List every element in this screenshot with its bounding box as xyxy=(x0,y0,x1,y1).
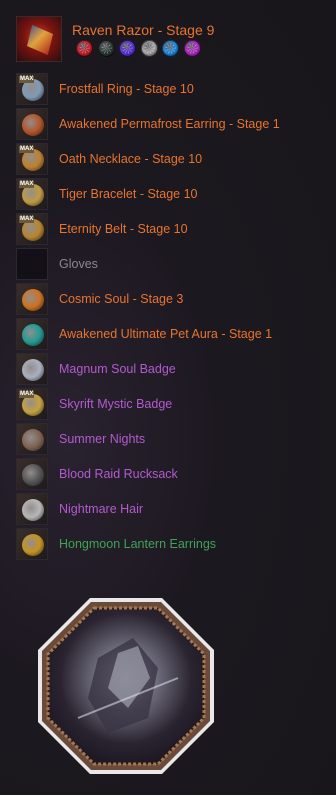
soul-badge-icon[interactable] xyxy=(16,353,48,385)
bracelet-icon[interactable]: MAX xyxy=(16,178,48,210)
max-badge: MAX xyxy=(19,181,35,188)
equipment-row[interactable]: MAX Frostfall Ring - Stage 10 xyxy=(16,72,334,107)
equipment-row[interactable]: MAX Eternity Belt - Stage 10 xyxy=(16,212,334,247)
weapon-name: Raven Razor - Stage 9 xyxy=(72,22,215,38)
equipment-label: Cosmic Soul - Stage 3 xyxy=(59,292,184,306)
belt-icon[interactable]: MAX xyxy=(16,213,48,245)
equipment-row[interactable]: Summer Nights xyxy=(16,422,334,457)
equipment-label: Frostfall Ring - Stage 10 xyxy=(59,82,194,96)
equipment-row[interactable]: Blood Raid Rucksack xyxy=(16,457,334,492)
max-badge: MAX xyxy=(19,76,35,83)
red-gem-icon[interactable] xyxy=(76,40,93,57)
mystic-badge-icon[interactable]: MAX xyxy=(16,388,48,420)
equipment-panel: Raven Razor - Stage 9 MAX Frostfall Ring … xyxy=(0,0,336,795)
empty-slot-icon[interactable] xyxy=(16,248,48,280)
equipment-label: Tiger Bracelet - Stage 10 xyxy=(59,187,198,201)
equipment-label: Summer Nights xyxy=(59,432,146,446)
equipment-row[interactable]: Gloves xyxy=(16,247,334,282)
white-gem-icon[interactable] xyxy=(140,40,158,57)
black-gem-icon[interactable] xyxy=(97,40,115,57)
purple-gem-icon[interactable] xyxy=(119,40,136,57)
earring-icon[interactable] xyxy=(16,108,48,140)
equipment-label: Oath Necklace - Stage 10 xyxy=(59,152,203,166)
equipment-label: Awakened Permafrost Earring - Stage 1 xyxy=(59,117,280,131)
equipment-label: Eternity Belt - Stage 10 xyxy=(59,222,188,236)
character-portrait xyxy=(38,598,214,774)
equipment-label: Hongmoon Lantern Earrings xyxy=(59,537,217,551)
hair-icon[interactable] xyxy=(16,493,48,525)
equipment-label: Blood Raid Rucksack xyxy=(59,467,178,481)
equipment-row[interactable]: Nightmare Hair xyxy=(16,492,334,527)
equipment-list: MAX Frostfall Ring - Stage 10 Awakened Per… xyxy=(16,72,334,562)
equipment-label: Skyrift Mystic Badge xyxy=(59,397,173,411)
max-badge: MAX xyxy=(19,146,35,153)
equipment-label: Nightmare Hair xyxy=(59,502,144,516)
equipment-label: Awakened Ultimate Pet Aura - Stage 1 xyxy=(59,327,273,341)
max-badge: MAX xyxy=(19,216,35,223)
ring-icon[interactable]: MAX xyxy=(16,73,48,105)
max-badge: MAX xyxy=(19,391,35,398)
equipment-row[interactable]: MAX Oath Necklace - Stage 10 xyxy=(16,142,334,177)
rucksack-icon[interactable] xyxy=(16,458,48,490)
equipment-row[interactable]: Hongmoon Lantern Earrings xyxy=(16,527,334,562)
soul-icon[interactable] xyxy=(16,283,48,315)
gem-row xyxy=(76,40,201,57)
equipment-label: Magnum Soul Badge xyxy=(59,362,176,376)
lantern-earrings-icon[interactable] xyxy=(16,528,48,560)
weapon-icon[interactable] xyxy=(16,16,62,62)
equipment-row[interactable]: Magnum Soul Badge xyxy=(16,352,334,387)
equipment-row[interactable]: Awakened Permafrost Earring - Stage 1 xyxy=(16,107,334,142)
equipment-label: Gloves xyxy=(59,257,98,271)
weapon-slot[interactable]: Raven Razor - Stage 9 xyxy=(16,16,326,64)
equipment-row[interactable]: MAX Skyrift Mystic Badge xyxy=(16,387,334,422)
equipment-row[interactable]: Cosmic Soul - Stage 3 xyxy=(16,282,334,317)
outfit-icon[interactable] xyxy=(16,423,48,455)
portrait-frame xyxy=(38,598,214,774)
necklace-icon[interactable]: MAX xyxy=(16,143,48,175)
equipment-row[interactable]: Awakened Ultimate Pet Aura - Stage 1 xyxy=(16,317,334,352)
magenta-gem-icon[interactable] xyxy=(183,40,201,57)
blue-gem-icon[interactable] xyxy=(162,40,179,57)
pet-aura-icon[interactable] xyxy=(16,318,48,350)
equipment-row[interactable]: MAX Tiger Bracelet - Stage 10 xyxy=(16,177,334,212)
